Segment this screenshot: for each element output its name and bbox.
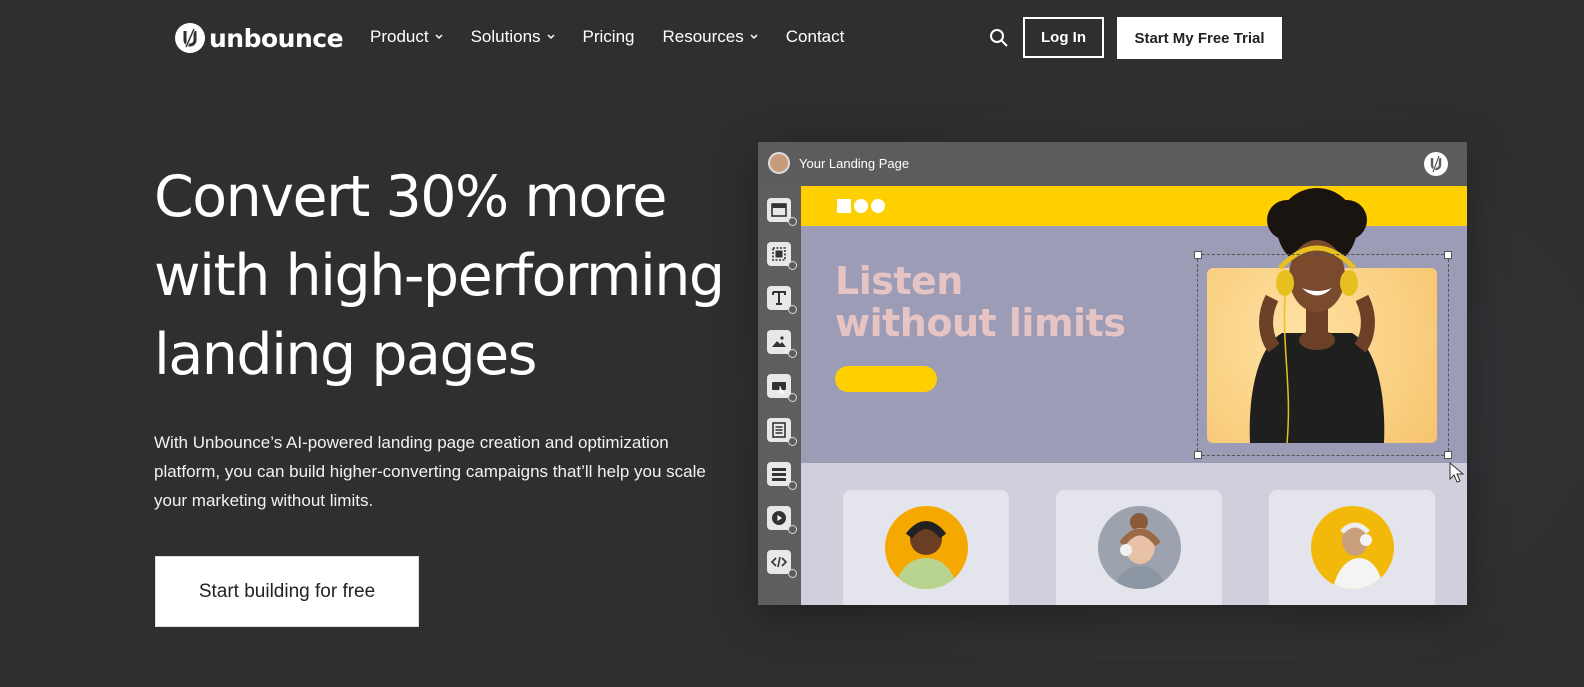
product-card-image	[1311, 506, 1394, 589]
unbounce-mark-icon	[1424, 152, 1448, 176]
product-card-image	[1098, 506, 1181, 589]
editor-canvas: Listen without limits	[801, 186, 1467, 605]
main-nav: Product Solutions Pricing Resources Cont…	[370, 27, 844, 47]
product-card	[1269, 490, 1435, 605]
start-trial-button[interactable]: Start My Free Trial	[1117, 17, 1282, 59]
login-button[interactable]: Log In	[1023, 17, 1104, 58]
product-cards	[843, 490, 1435, 605]
brand-logo-icon	[837, 199, 885, 213]
unbounce-logo-icon	[175, 23, 205, 53]
product-card	[843, 490, 1009, 605]
mouse-cursor-icon	[1449, 462, 1465, 483]
unbounce-logo[interactable]: unbounce	[174, 22, 344, 54]
nav-item-label: Resources	[662, 27, 744, 46]
avatar	[768, 152, 790, 174]
video-icon[interactable]	[767, 506, 797, 534]
chevron-down-icon	[547, 34, 555, 40]
product-card	[1056, 490, 1222, 605]
start-building-button[interactable]: Start building for free	[155, 556, 419, 627]
editor-topbar: Your Landing Page	[758, 142, 1467, 186]
resize-handle[interactable]	[1194, 451, 1202, 459]
hero-subtext: With Unbounce’s AI-powered landing page …	[154, 433, 706, 510]
canvas-hero-headline: Listen without limits	[835, 259, 1126, 345]
canvas-headline-line1: Listen	[835, 259, 963, 303]
nav-item-solutions[interactable]: Solutions	[471, 27, 555, 47]
resize-handle[interactable]	[1444, 251, 1452, 259]
editor-preview: Your Landing Page Listen without limits	[758, 142, 1467, 605]
form-icon[interactable]	[767, 418, 797, 446]
nav-item-label: Contact	[785, 27, 845, 46]
code-icon[interactable]	[767, 550, 797, 578]
resize-handle[interactable]	[1444, 451, 1452, 459]
nav-item-label: Pricing	[582, 27, 635, 46]
nav-item-product[interactable]: Product	[370, 27, 443, 47]
nav-item-label: Product	[370, 27, 429, 46]
chevron-down-icon	[750, 34, 758, 40]
site-header: unbounce Product Solutions Pricing Resou…	[0, 0, 1584, 76]
hero-headline: Convert 30% more with high-performing la…	[154, 164, 725, 388]
editor-title: Your Landing Page	[799, 156, 910, 171]
editor-toolbar	[758, 186, 801, 605]
chevron-down-icon	[435, 34, 443, 40]
nav-item-resources[interactable]: Resources	[663, 27, 758, 47]
nav-item-label: Solutions	[470, 27, 541, 46]
button-icon[interactable]	[767, 374, 797, 402]
nav-item-contact[interactable]: Contact	[786, 27, 845, 47]
selection-frame[interactable]	[1194, 251, 1452, 459]
section-icon[interactable]	[767, 198, 797, 226]
logo-text: unbounce	[209, 23, 344, 53]
nav-item-pricing[interactable]: Pricing	[583, 27, 635, 47]
canvas-cta-pill	[835, 366, 937, 392]
image-icon[interactable]	[767, 330, 797, 358]
search-icon[interactable]	[989, 28, 1009, 48]
text-icon[interactable]	[767, 286, 797, 314]
list-icon[interactable]	[767, 462, 797, 490]
canvas-headline-line2: without limits	[835, 301, 1126, 345]
resize-handle[interactable]	[1194, 251, 1202, 259]
box-icon[interactable]	[767, 242, 797, 270]
product-card-image	[885, 506, 968, 589]
